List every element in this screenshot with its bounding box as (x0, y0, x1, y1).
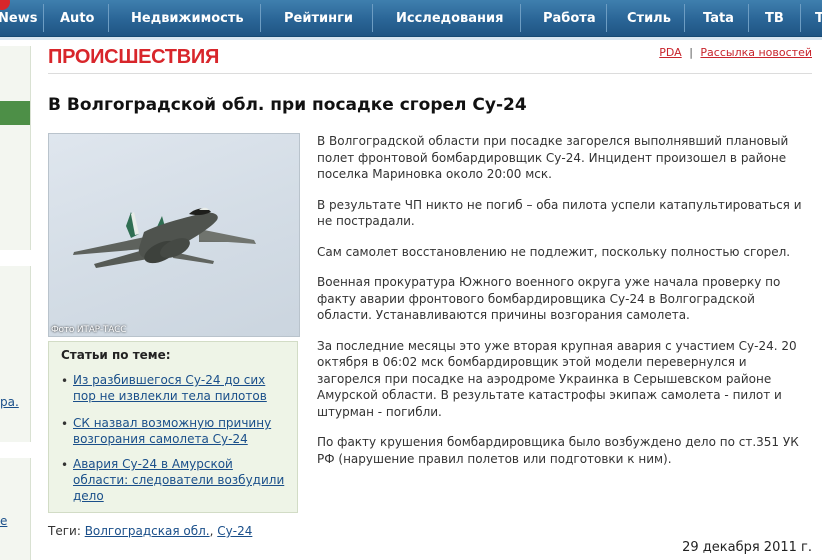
tag-link[interactable]: Волгоградская обл. (85, 524, 210, 538)
article-date: 29 декабря 2011 г. (682, 540, 812, 555)
bullet-icon: • (61, 458, 69, 472)
article-paragraph: В Волгоградской области при посадке заго… (317, 134, 789, 181)
nav-divider (748, 4, 749, 32)
related-articles-box: Статьи по теме: • Из разбившегося Су-24 … (48, 341, 298, 513)
sidebar-block (0, 458, 31, 560)
nav-divider (260, 4, 261, 32)
list-item: • СК назвал возможную причину возгорания… (61, 415, 291, 447)
pda-link[interactable]: PDA (659, 46, 681, 59)
nav-next[interactable]: Т (815, 11, 822, 26)
nav-news[interactable]: News (0, 11, 37, 26)
top-navigation: News Auto Недвижимость Рейтинги Исследов… (0, 0, 822, 37)
tag-separator: , (209, 524, 214, 538)
related-link[interactable]: СК назвал возможную причину возгорания с… (73, 415, 291, 447)
article-paragraph: В результате ЧП никто не погиб – оба пил… (317, 197, 802, 229)
nav-research[interactable]: Исследования (396, 11, 504, 26)
nav-auto[interactable]: Auto (60, 11, 94, 26)
nav-divider (520, 4, 521, 32)
nav-tv[interactable]: ТВ (765, 11, 784, 26)
tags-label: Теги: (48, 524, 81, 538)
header-links: PDA | Рассылка новостей (659, 46, 812, 59)
nav-divider (108, 4, 109, 32)
nav-divider (372, 4, 373, 32)
nav-divider (800, 4, 801, 32)
article-paragraph: Сам самолет восстановлению не подлежит, … (317, 244, 791, 259)
nav-tata[interactable]: Tata (703, 11, 734, 26)
newsletter-link[interactable]: Рассылка новостей (700, 46, 812, 59)
section-title: ПРОИСШЕСТВИЯ (48, 46, 220, 68)
article-headline: В Волгоградской обл. при посадке сгорел … (48, 95, 527, 115)
article-paragraph: Военная прокуратура Южного военного окру… (317, 275, 781, 322)
nav-ratings[interactable]: Рейтинги (284, 11, 353, 26)
nav-divider (43, 4, 44, 32)
bullet-icon: • (61, 417, 69, 431)
article-photo: Фото ИТАР-ТАСС (48, 133, 300, 337)
photo-credit: Фото ИТАР-ТАСС (51, 325, 127, 335)
nav-style[interactable]: Стиль (627, 11, 671, 26)
list-item: • Из разбившегося Су-24 до сих пор не из… (61, 372, 291, 404)
sidebar-block (0, 46, 31, 250)
sidebar-link[interactable]: ра. (0, 395, 19, 409)
nav-subbar (0, 37, 822, 40)
bullet-icon: • (61, 374, 69, 388)
tag-link[interactable]: Су-24 (217, 524, 252, 538)
nav-divider (684, 4, 685, 32)
su24-aircraft-image (73, 207, 256, 268)
logo-mark (0, 0, 10, 10)
nav-divider (606, 4, 607, 32)
links-separator: | (689, 46, 693, 59)
article-tags: Теги: Волгоградская обл., Су-24 (48, 524, 252, 538)
related-link[interactable]: Из разбившегося Су-24 до сих пор не извл… (73, 372, 291, 404)
nav-jobs[interactable]: Работа (543, 11, 596, 26)
sidebar-block (0, 266, 31, 442)
list-item: • Авария Су-24 в Амурской области: следо… (61, 456, 291, 504)
related-link[interactable]: Авария Су-24 в Амурской области: следова… (73, 456, 291, 504)
sidebar-link[interactable]: е (0, 514, 7, 528)
article-paragraph: По факту крушения бомбардировщика было в… (317, 435, 799, 466)
sidebar-green-tab[interactable] (0, 101, 30, 125)
article-body: В Волгоградской области при посадке заго… (317, 133, 805, 481)
related-title: Статьи по теме: (61, 348, 171, 362)
article-paragraph: За последние месяцы это уже вторая крупн… (317, 338, 797, 419)
nav-realty[interactable]: Недвижимость (131, 11, 244, 26)
header-divider (48, 73, 812, 74)
